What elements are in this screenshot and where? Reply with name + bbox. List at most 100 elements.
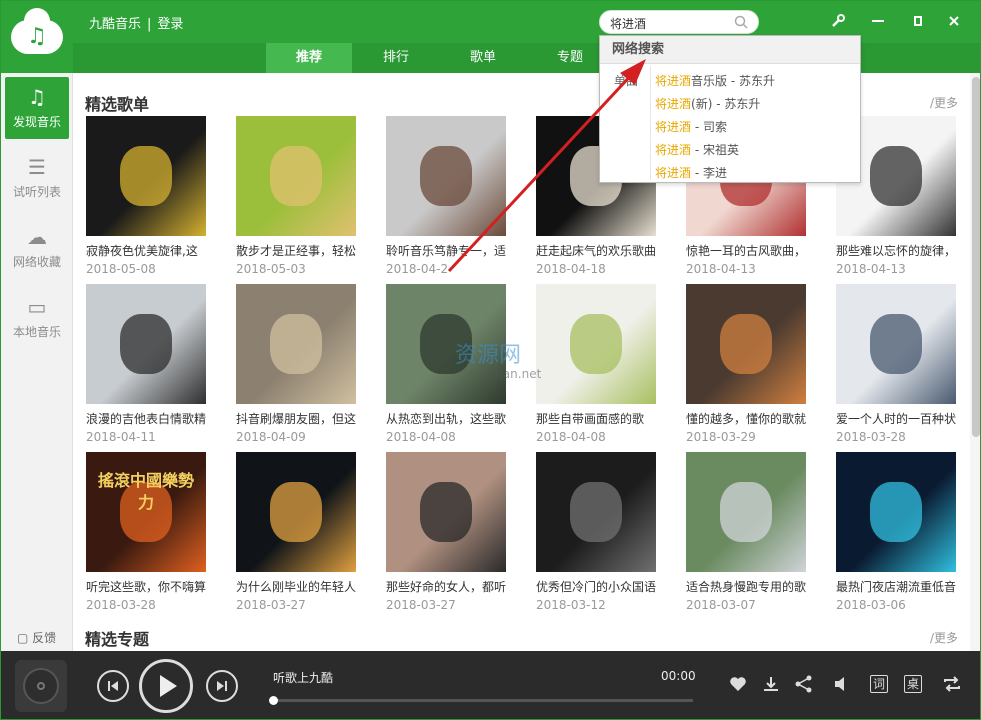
section-title-topics: 精选专题: [85, 630, 150, 649]
playlist-title[interactable]: 最热门夜店潮流重低音: [836, 579, 958, 595]
playlist-title[interactable]: 惊艳一耳的古风歌曲，: [686, 243, 808, 259]
playlist-date: 2018-04-18: [536, 262, 606, 276]
progress-knob[interactable]: [269, 696, 278, 705]
playlist-card[interactable]: 聆听音乐笃静专一，适 2018-04-2: [386, 116, 508, 278]
playlist-date: 2018-05-08: [86, 262, 156, 276]
playlist-cover[interactable]: [686, 284, 806, 404]
progress-bar[interactable]: [269, 696, 693, 705]
playlist-title[interactable]: 适合热身慢跑专用的歌: [686, 579, 808, 595]
playlist-date: 2018-03-07: [686, 598, 756, 612]
playlist-cover[interactable]: [536, 452, 656, 572]
playlist-card[interactable]: 抖音刷爆朋友圈，但这 2018-04-09: [236, 284, 358, 446]
playlist-cover[interactable]: [836, 284, 956, 404]
heart-icon[interactable]: [728, 674, 748, 694]
volume-icon[interactable]: [832, 674, 852, 694]
playlist-card[interactable]: 寂静夜色优美旋律,这 2018-05-08: [86, 116, 208, 278]
lyrics-button[interactable]: 词: [870, 675, 888, 693]
playlist-cover[interactable]: [386, 284, 506, 404]
now-playing-text: 听歌上九酷: [273, 671, 334, 685]
close-icon[interactable]: [945, 13, 963, 31]
playlist-cover[interactable]: [536, 284, 656, 404]
playlist-cover[interactable]: [836, 452, 956, 572]
more-link-topics[interactable]: /更多: [930, 629, 958, 646]
app-logo: ♫: [1, 1, 73, 73]
scrollbar-thumb[interactable]: [972, 77, 980, 437]
share-icon[interactable]: [794, 674, 814, 694]
playlist-cover[interactable]: [386, 116, 506, 236]
playlist-cover[interactable]: [386, 452, 506, 572]
sidebar-item-discover[interactable]: ♫ 发现音乐: [5, 77, 69, 139]
minimize-icon[interactable]: [869, 13, 887, 31]
playlist-card[interactable]: 从热恋到出轨，这些歌 2018-04-08: [386, 284, 508, 446]
playlist-cover[interactable]: [86, 116, 206, 236]
playlist-card[interactable]: 适合热身慢跑专用的歌 2018-03-07: [686, 452, 808, 614]
repeat-icon[interactable]: [942, 674, 962, 694]
divider: [650, 66, 651, 180]
playlist-title[interactable]: 赶走起床气的欢乐歌曲: [536, 243, 658, 259]
tools-icon[interactable]: [829, 13, 847, 31]
playlist-card[interactable]: 那些好命的女人，都听 2018-03-27: [386, 452, 508, 614]
playlist-card[interactable]: 散步才是正经事，轻松 2018-05-03: [236, 116, 358, 278]
playlist-title[interactable]: 抖音刷爆朋友圈，但这: [236, 411, 358, 427]
section-title-playlists: 精选歌单: [85, 95, 150, 114]
playlist-card[interactable]: 那些自带画面感的歌 2018-04-08: [536, 284, 658, 446]
play-button[interactable]: [139, 659, 193, 713]
suggestion-match: 将进酒: [655, 97, 692, 111]
playlist-title[interactable]: 寂静夜色优美旋律,这: [86, 243, 208, 259]
playlist-card[interactable]: 搖滾中國樂勢力 听完这些歌，你不嗨算 2018-03-28: [86, 452, 208, 614]
desktop-lyrics-button[interactable]: 桌: [904, 675, 922, 693]
feedback-button[interactable]: ▢ 反馈: [17, 629, 56, 646]
playlist-cover[interactable]: [236, 116, 356, 236]
playlist-title[interactable]: 爱一个人时的一百种状: [836, 411, 958, 427]
playlist-title[interactable]: 从热恋到出轨，这些歌: [386, 411, 508, 427]
suggestion-item[interactable]: 将进酒音乐版 - 苏东升: [655, 72, 775, 89]
playlist-card[interactable]: 爱一个人时的一百种状 2018-03-28: [836, 284, 958, 446]
playlist-title[interactable]: 那些难以忘怀的旋律，: [836, 243, 958, 259]
suggestion-item[interactable]: 将进酒(新) - 苏东升: [655, 95, 760, 112]
playlist-cover[interactable]: [86, 284, 206, 404]
playlist-cover[interactable]: [686, 452, 806, 572]
search-input[interactable]: [610, 14, 728, 32]
suggestions-header: 网络搜索: [600, 36, 860, 64]
download-icon[interactable]: [761, 674, 781, 694]
playlist-title[interactable]: 聆听音乐笃静专一，适: [386, 243, 508, 259]
playlist-cover[interactable]: [236, 284, 356, 404]
login-link[interactable]: 登录: [157, 17, 183, 32]
search-icon[interactable]: [734, 15, 748, 29]
playlist-title[interactable]: 为什么刚毕业的年轻人: [236, 579, 358, 595]
feedback-label: 反馈: [32, 631, 57, 645]
suggestion-item[interactable]: 将进酒 - 宋祖英: [655, 141, 739, 158]
playlist-title[interactable]: 散步才是正经事，轻松: [236, 243, 358, 259]
suggestion-item[interactable]: 将进酒 - 李进: [655, 164, 727, 181]
playlist-title[interactable]: 懂的越多，懂你的歌就: [686, 411, 808, 427]
suggestion-rest: - 司索: [691, 120, 727, 134]
playlist-card[interactable]: 浪漫的吉他表白情歌精 2018-04-11: [86, 284, 208, 446]
playlist-title[interactable]: 听完这些歌，你不嗨算: [86, 579, 208, 595]
playlist-cover[interactable]: [236, 452, 356, 572]
suggestion-rest: 音乐版 - 苏东升: [691, 74, 775, 88]
playlist-title[interactable]: 浪漫的吉他表白情歌精: [86, 411, 208, 427]
sidebar-item-playlist[interactable]: ☰ 试听列表: [5, 147, 69, 209]
restore-icon[interactable]: [909, 13, 927, 31]
next-button[interactable]: [206, 670, 238, 702]
playlist-title[interactable]: 那些好命的女人，都听: [386, 579, 508, 595]
sidebar-item-local[interactable]: ▭ 本地音乐: [5, 287, 69, 349]
previous-button[interactable]: [97, 670, 129, 702]
playlist-title[interactable]: 优秀但冷门的小众国语: [536, 579, 658, 595]
playlist-card[interactable]: 为什么刚毕业的年轻人 2018-03-27: [236, 452, 358, 614]
playlist-cover[interactable]: 搖滾中國樂勢力: [86, 452, 206, 572]
search-box[interactable]: [599, 10, 759, 34]
tab-playlists[interactable]: 歌单: [440, 43, 526, 73]
suggestion-item[interactable]: 将进酒 - 司索: [655, 118, 727, 135]
album-art[interactable]: [15, 660, 67, 712]
sidebar-item-favorites[interactable]: ☁ 网络收藏: [5, 217, 69, 279]
tab-charts[interactable]: 排行: [353, 43, 439, 73]
tab-recommend[interactable]: 推荐: [266, 43, 352, 73]
playlist-card[interactable]: 最热门夜店潮流重低音 2018-03-06: [836, 452, 958, 614]
playlist-title[interactable]: 那些自带画面感的歌: [536, 411, 658, 427]
playlist-card[interactable]: 懂的越多，懂你的歌就 2018-03-29: [686, 284, 808, 446]
scrollbar[interactable]: [970, 73, 980, 651]
playlist-card[interactable]: 优秀但冷门的小众国语 2018-03-12: [536, 452, 658, 614]
playlist-date: 2018-04-09: [236, 430, 306, 444]
more-link-playlists[interactable]: /更多: [930, 94, 958, 111]
